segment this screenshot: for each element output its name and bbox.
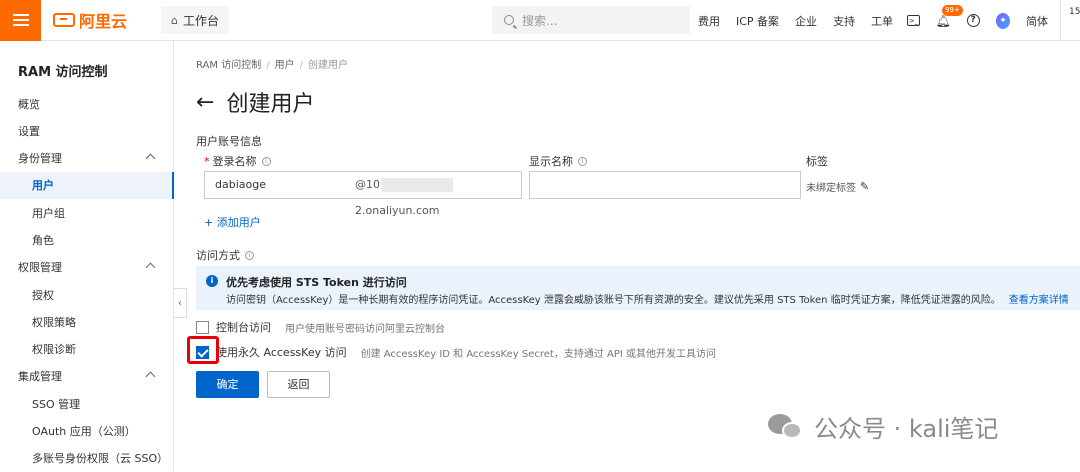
sidebar-item-user-groups[interactable]: 用户组 — [0, 200, 174, 227]
sidebar-item-diagnosis[interactable]: 权限诊断 — [0, 336, 174, 363]
home-icon: ⌂ — [171, 13, 178, 27]
add-user-button[interactable]: + 添加用户 — [204, 214, 261, 230]
sidebar-item-roles[interactable]: 角色 — [0, 227, 174, 254]
breadcrumb-users[interactable]: 用户 — [275, 60, 295, 71]
sidebar-group-label: 权限管理 — [18, 261, 62, 274]
language-switch[interactable]: 简体 — [1026, 13, 1048, 29]
aliyun-logo[interactable]: 阿里云 — [53, 8, 127, 32]
sts-notice: i 优先考虑使用 STS Token 进行访问 访问密钥（AccessKey）是… — [196, 266, 1080, 310]
chevron-up-icon — [145, 262, 156, 273]
console-access-option[interactable]: 控制台访问 用户使用账号密码访问阿里云控制台 — [196, 319, 445, 335]
terminal-icon[interactable]: >_ — [907, 15, 921, 26]
tag-label: 标签 — [806, 155, 828, 168]
required-mark: * — [204, 154, 210, 168]
access-method-label: 访问方式 i — [196, 247, 254, 263]
sidebar-item-sso[interactable]: SSO 管理 — [0, 391, 174, 418]
accesskey-access-desc: 创建 AccessKey ID 和 AccessKey Secret，支持通过 … — [360, 348, 717, 360]
login-name-input[interactable]: dabiaoge @102.onaliyun.com — [204, 171, 522, 217]
chevron-up-icon — [145, 153, 156, 164]
console-access-label: 控制台访问 — [216, 321, 271, 334]
notice-link[interactable]: 查看方案详情 — [1009, 295, 1069, 306]
edit-icon[interactable]: ✎ — [860, 180, 869, 193]
sidebar-item-cloud-sso[interactable]: 多账号身份权限（云 SSO） — [0, 445, 174, 472]
accesskey-access-option[interactable]: 使用永久 AccessKey 访问 创建 AccessKey ID 和 Acce… — [196, 344, 716, 360]
info-icon[interactable]: i — [245, 250, 254, 260]
nav-icp[interactable]: ICP 备案 — [736, 13, 779, 29]
search-input[interactable]: 搜索... — [492, 6, 690, 34]
sidebar-item-policies[interactable]: 权限策略 — [0, 309, 174, 336]
sidebar-title: RAM 访问控制 — [18, 65, 108, 80]
logo-text: 阿里云 — [79, 12, 128, 31]
breadcrumb: RAM 访问控制 / 用户 / 创建用户 — [196, 60, 348, 71]
display-name-label-text: 显示名称 — [529, 155, 573, 168]
sidebar-group-label: 身份管理 — [18, 152, 62, 165]
page-title: 创建用户 — [226, 92, 315, 117]
sidebar-item-settings[interactable]: 设置 — [0, 118, 174, 145]
sidebar-group-permissions[interactable]: 权限管理 — [0, 254, 174, 281]
sidebar-item-overview[interactable]: 概览 — [0, 91, 174, 118]
nav-ticket[interactable]: 工单 — [871, 13, 893, 29]
confirm-button[interactable]: 确定 — [196, 371, 259, 398]
nav-enterprise[interactable]: 企业 — [795, 13, 817, 29]
help-icon[interactable]: ? — [966, 14, 980, 28]
bell-icon[interactable]: 🔔︎ 99+ — [935, 4, 963, 28]
search-icon — [504, 15, 514, 25]
header-nav: 费用 ICP 备案 企业 支持 工单 >_ 🔔︎ 99+ ? ✦ 简体 — [698, 0, 1056, 41]
sidebar-group-label: 集成管理 — [18, 370, 62, 383]
breadcrumb-ram[interactable]: RAM 访问控制 — [196, 60, 261, 71]
menu-icon[interactable] — [0, 0, 41, 41]
chevron-up-icon — [145, 371, 156, 382]
display-name-input[interactable] — [529, 171, 801, 199]
console-access-desc: 用户使用账号密码访问阿里云控制台 — [285, 323, 445, 335]
sidebar-group-integration[interactable]: 集成管理 — [0, 363, 174, 390]
info-filled-icon: i — [206, 275, 218, 287]
info-icon[interactable]: i — [578, 156, 587, 166]
tag-value-text: 未绑定标签 — [806, 183, 856, 194]
access-method-label-text: 访问方式 — [196, 249, 240, 262]
sidebar-collapse-button[interactable]: ‹ — [174, 288, 187, 318]
watermark-text: 公众号 · kali笔记 — [814, 415, 999, 443]
back-button[interactable]: 返回 — [267, 371, 330, 398]
notice-description: 访问密钥（AccessKey）是一种长期有效的程序访问凭证。AccessKey … — [226, 291, 1069, 306]
accesskey-access-label: 使用永久 AccessKey 访问 — [216, 346, 347, 359]
login-name-value: dabiaoge — [215, 178, 266, 191]
workbench-button[interactable]: ⌂ 工作台 — [161, 6, 230, 34]
breadcrumb-current: 创建用户 — [307, 60, 348, 71]
nav-billing[interactable]: 费用 — [698, 13, 720, 29]
display-name-label: 显示名称 i — [529, 153, 587, 169]
search-placeholder: 搜索... — [522, 13, 558, 28]
wechat-icon — [768, 412, 804, 442]
chevron-left-icon: ‹ — [178, 297, 182, 309]
back-arrow-icon[interactable]: ← — [196, 90, 214, 115]
tag-value[interactable]: 未绑定标签 ✎ — [806, 179, 869, 194]
nav-support[interactable]: 支持 — [833, 13, 855, 29]
page-header: ← 创建用户 — [196, 86, 314, 118]
workbench-label: 工作台 — [183, 13, 220, 28]
sidebar-item-users[interactable]: 用户 — [0, 172, 174, 199]
notification-badge: 99+ — [942, 4, 963, 16]
login-name-label: * 登录名称 i — [204, 153, 271, 169]
section-label: 用户账号信息 — [196, 135, 262, 148]
redacted-block — [381, 178, 453, 192]
corner-text: 15 — [1060, 0, 1080, 41]
notice-text: 访问密钥（AccessKey）是一种长期有效的程序访问凭证。AccessKey … — [226, 295, 1001, 306]
sidebar-group-identity[interactable]: 身份管理 — [0, 145, 174, 172]
login-name-label-text: 登录名称 — [212, 155, 257, 168]
avatar[interactable]: ✦ — [996, 12, 1011, 29]
sidebar-item-grants[interactable]: 授权 — [0, 282, 174, 309]
console-access-checkbox[interactable] — [196, 320, 209, 334]
watermark: 公众号 · kali笔记 — [768, 409, 998, 444]
sidebar: RAM 访问控制 概览 设置 身份管理 用户 用户组 角色 权限管理 授权 权限… — [0, 41, 174, 471]
info-icon[interactable]: i — [261, 156, 271, 166]
notice-title: 优先考虑使用 STS Token 进行访问 — [226, 276, 407, 289]
sidebar-item-oauth[interactable]: OAuth 应用（公测） — [0, 418, 174, 445]
logo-icon — [53, 13, 75, 27]
highlight-annotation — [187, 336, 219, 364]
